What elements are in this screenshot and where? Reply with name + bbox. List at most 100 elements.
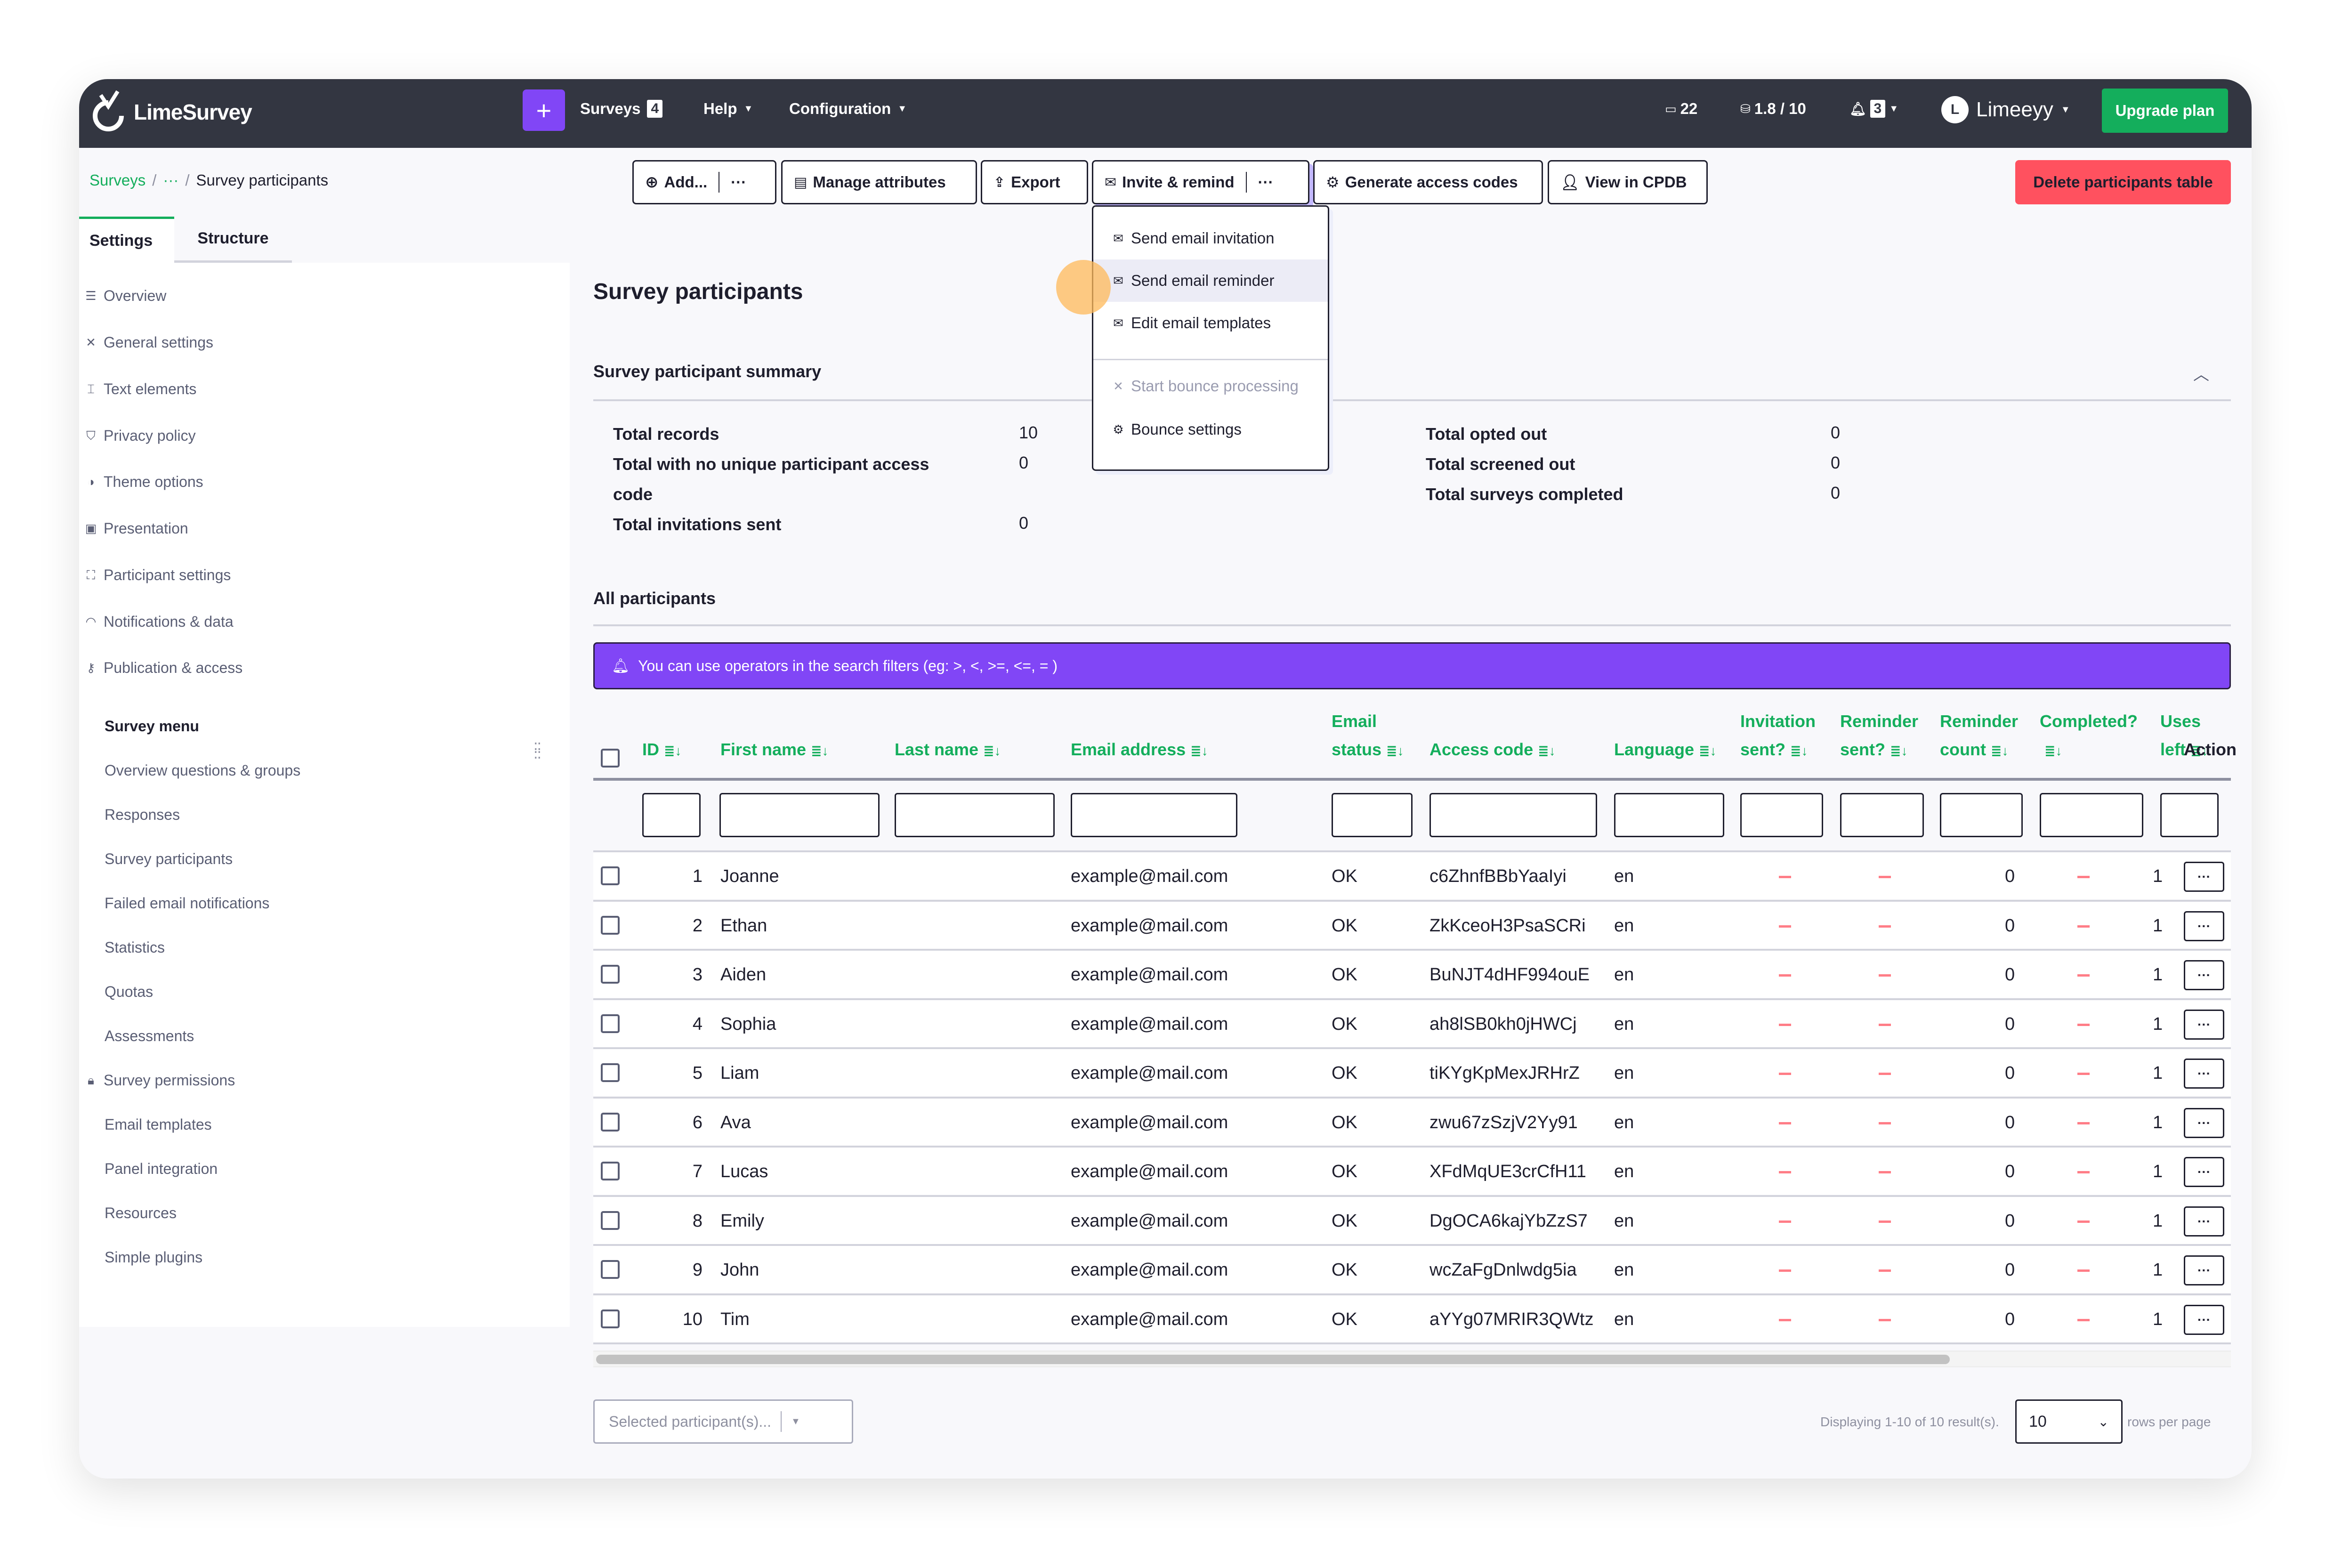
filter-input-uses-left[interactable] — [2160, 793, 2219, 837]
sidebar-item-publication-access[interactable]: ⚷ Publication & access — [84, 659, 242, 677]
sort-icon[interactable]: ≣↓ — [1538, 744, 1555, 758]
column-header-completed[interactable]: Completed? ≣↓ — [2040, 707, 2138, 765]
add-button[interactable]: Add... — [664, 173, 708, 191]
table-row[interactable]: 5 Liam example@mail.com OK tiKYgKpMexJRHrZ en… — [593, 1047, 2231, 1096]
row-action-button[interactable]: ··· — [2184, 1009, 2224, 1040]
sort-icon[interactable]: ≣↓ — [983, 744, 1001, 758]
logo[interactable]: LimeSurvey — [89, 89, 252, 135]
column-header-last-name[interactable]: Last name ≣↓ — [895, 707, 1001, 765]
storage-stat[interactable]: ⛁ 1.8 / 10 — [1740, 100, 1806, 118]
row-checkbox[interactable] — [601, 1063, 620, 1082]
table-row[interactable]: 4 Sophia example@mail.com OK ah8lSB0kh0jHWCj… — [593, 998, 2231, 1047]
column-header-email-status[interactable]: Email status ≣↓ — [1332, 707, 1404, 765]
filter-input-reminder-count[interactable] — [1940, 793, 2023, 837]
table-row[interactable]: 10 Tim example@mail.com OK aYYg07MRIR3QWtz en… — [593, 1293, 2231, 1342]
row-checkbox[interactable] — [601, 1211, 620, 1230]
invite-remind-button[interactable]: Invite & remind — [1122, 173, 1234, 191]
user-menu[interactable]: L Limeeyy ▼ — [1941, 96, 2070, 123]
sidebar-item-participant-settings[interactable]: ⛶ Participant settings — [84, 566, 231, 584]
filter-input-email-status[interactable] — [1332, 793, 1413, 837]
column-header-reminder-count[interactable]: Reminder count ≣↓ — [1940, 707, 2018, 765]
sort-icon[interactable]: ≣↓ — [664, 744, 681, 758]
row-action-button[interactable]: ··· — [2184, 1157, 2224, 1187]
sidebar-item-simple-plugins[interactable]: Simple plugins — [105, 1249, 202, 1266]
column-header-invitation-sent[interactable]: Invitation sent? ≣↓ — [1740, 707, 1816, 765]
sidebar-item-quotas[interactable]: Quotas — [105, 983, 153, 1001]
sort-icon[interactable]: ≣↓ — [1190, 744, 1208, 758]
row-action-button[interactable]: ··· — [2184, 1304, 2224, 1335]
filter-input-email[interactable] — [1071, 793, 1237, 837]
row-action-button[interactable]: ··· — [2184, 1059, 2224, 1089]
generate-access-codes-button[interactable]: ⚙ Generate access codes — [1313, 160, 1543, 204]
row-action-button[interactable]: ··· — [2184, 911, 2224, 941]
column-header-email[interactable]: Email address ≣↓ — [1071, 707, 1208, 765]
table-row[interactable]: 9 John example@mail.com OK wcZaFgDnlwdg5ia en… — [593, 1244, 2231, 1293]
sidebar-item-email-templates[interactable]: Email templates — [105, 1116, 212, 1133]
sort-icon[interactable]: ≣↓ — [811, 744, 828, 758]
row-checkbox[interactable] — [601, 1162, 620, 1180]
bulk-action-select[interactable]: Selected participant(s)... ▼ — [593, 1399, 853, 1444]
responses-stat[interactable]: ▭ 22 — [1665, 100, 1697, 118]
filter-input-last-name[interactable] — [895, 793, 1055, 837]
row-checkbox[interactable] — [601, 866, 620, 885]
row-checkbox[interactable] — [601, 965, 620, 984]
filter-input-access-code[interactable] — [1429, 793, 1597, 837]
sidebar-item-overview-questions[interactable]: Overview questions & groups — [105, 762, 300, 779]
row-checkbox[interactable] — [601, 1309, 620, 1328]
filter-input-invitation-sent[interactable] — [1740, 793, 1823, 837]
row-action-button[interactable]: ··· — [2184, 862, 2224, 892]
sort-icon[interactable]: ≣↓ — [2044, 744, 2062, 758]
table-row[interactable]: 3 Aiden example@mail.com OK BuNJT4dHF994ouE e… — [593, 949, 2231, 998]
filter-input-completed[interactable] — [2040, 793, 2143, 837]
table-row[interactable]: 8 Emily example@mail.com OK DgOCA6kajYbZzS7 e… — [593, 1195, 2231, 1244]
row-action-button[interactable]: ··· — [2184, 960, 2224, 990]
table-row[interactable]: 7 Lucas example@mail.com OK XFdMqUE3crCfH11 e… — [593, 1146, 2231, 1195]
table-row[interactable]: 1 Joanne example@mail.com OK c6ZhnfBBbYaaIyi… — [593, 850, 2231, 899]
row-checkbox[interactable] — [601, 1014, 620, 1033]
rows-per-page-select[interactable]: 10 ⌄ — [2015, 1399, 2123, 1444]
sidebar-item-panel-integration[interactable]: Panel integration — [105, 1160, 218, 1178]
menu-item-send-email-reminder[interactable]: ✉ Send email reminder — [1093, 259, 1328, 302]
manage-attributes-button[interactable]: ▤ Manage attributes — [781, 160, 977, 204]
table-row[interactable]: 2 Ethan example@mail.com OK ZkKceoH3PsaSCRi e… — [593, 899, 2231, 949]
sort-icon[interactable]: ≣↓ — [1699, 744, 1716, 758]
create-button[interactable]: + — [523, 89, 565, 131]
view-in-cpdb-button[interactable]: 👤︎ View in CPDB — [1548, 160, 1708, 204]
filter-input-reminder-sent[interactable] — [1840, 793, 1924, 837]
sidebar-item-resources[interactable]: Resources — [105, 1204, 177, 1222]
column-header-language[interactable]: Language ≣↓ — [1614, 707, 1716, 765]
column-header-reminder-sent[interactable]: Reminder sent? ≣↓ — [1840, 707, 1918, 765]
sidebar-item-text-elements[interactable]: ⌶ Text elements — [84, 380, 196, 398]
horizontal-scrollbar[interactable] — [593, 1350, 2231, 1367]
sort-icon[interactable]: ≣↓ — [1991, 744, 2008, 758]
sidebar-item-survey-permissions[interactable]: 🔒︎ Survey permissions — [84, 1072, 235, 1089]
menu-item-edit-email-templates[interactable]: ✉ Edit email templates — [1093, 302, 1328, 344]
tab-settings[interactable]: Settings — [79, 217, 174, 263]
add-more-button[interactable]: ··· — [731, 173, 746, 191]
row-checkbox[interactable] — [601, 1260, 620, 1279]
select-all-checkbox[interactable] — [601, 749, 620, 768]
row-checkbox[interactable] — [601, 915, 620, 935]
breadcrumb-ellipsis[interactable]: ··· — [163, 171, 178, 189]
configuration-menu[interactable]: Configuration ▼ — [789, 100, 907, 118]
breadcrumb-surveys[interactable]: Surveys — [89, 171, 145, 189]
sidebar-item-notifications-data[interactable]: ◠ Notifications & data — [84, 613, 234, 630]
sort-icon[interactable]: ≣↓ — [1790, 744, 1808, 758]
sort-icon[interactable]: ≣↓ — [1890, 744, 1907, 758]
filter-input-language[interactable] — [1614, 793, 1724, 837]
surveys-menu[interactable]: Surveys 4 — [580, 100, 663, 118]
sidebar-item-general-settings[interactable]: ✕ General settings — [84, 334, 213, 351]
column-header-access-code[interactable]: Access code ≣↓ — [1429, 707, 1556, 765]
invite-more-button[interactable]: ··· — [1258, 173, 1274, 191]
help-menu[interactable]: Help ▼ — [703, 100, 753, 118]
delete-participants-table-button[interactable]: Delete participants table — [2015, 160, 2231, 204]
sidebar-item-theme-options[interactable]: ◑ Theme options — [84, 473, 203, 491]
summary-heading[interactable]: Survey participant summary — [593, 362, 821, 381]
upgrade-plan-button[interactable]: Upgrade plan — [2102, 89, 2228, 133]
sidebar-item-responses[interactable]: Responses — [105, 806, 180, 824]
sidebar-item-failed-email[interactable]: Failed email notifications — [105, 895, 269, 912]
row-action-button[interactable]: ··· — [2184, 1255, 2224, 1285]
column-header-first-name[interactable]: First name ≣↓ — [720, 707, 829, 765]
table-row[interactable]: 6 Ava example@mail.com OK zwu67zSzjV2Yy91 en 0… — [593, 1096, 2231, 1146]
row-action-button[interactable]: ··· — [2184, 1206, 2224, 1237]
